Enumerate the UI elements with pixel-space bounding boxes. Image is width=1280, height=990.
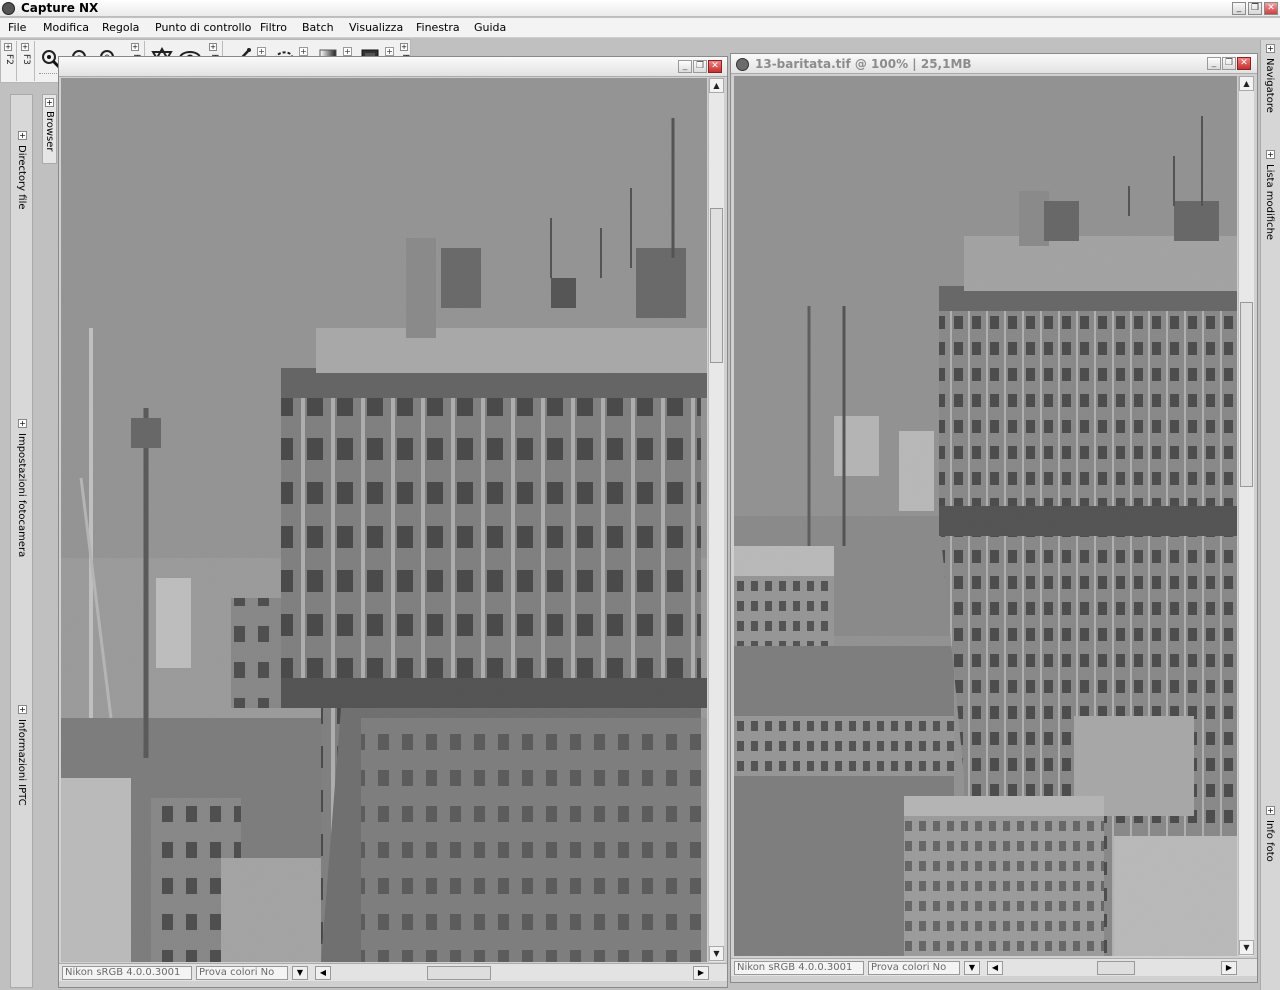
panel-tab-navigatore[interactable]: Navigatore [1264,58,1275,113]
menu-visualizza[interactable]: Visualizza [349,18,403,38]
menu-filtro[interactable]: Filtro [260,18,287,38]
gradient-plus-icon[interactable]: + [343,47,352,56]
browser-tab-label: Browser [44,111,55,152]
app-logo-icon [2,2,15,15]
photo-canvas[interactable] [734,76,1237,956]
menu-file[interactable]: File [8,18,26,38]
scroll-up-arrow[interactable]: ▲ [1239,76,1254,91]
color-profile-field: Nikon sRGB 4.0.0.3001 [62,966,192,980]
doc-close-button[interactable]: ✕ [708,60,722,73]
browser-panel-tab[interactable]: + Browser [42,94,57,164]
doc-maximize-button[interactable]: ❐ [1222,57,1236,70]
torre-velasca-photo [734,76,1237,956]
scroll-right-arrow[interactable]: ▶ [1221,961,1237,975]
document-window-left: _ ❐ ✕ ▲ ▼ Nikon sRGB 4.0.0.3001 Prova co… [58,56,728,988]
horizontal-scroll-thumb[interactable] [427,966,491,980]
soft-proof-dropdown-icon[interactable]: ▼ [964,961,980,975]
scroll-down-arrow[interactable]: ▼ [1239,940,1254,955]
torre-velasca-photo [61,78,707,962]
app-title-bar: Capture NX _ ❐ ✕ [0,0,1280,17]
app-minimize-button[interactable]: _ [1232,2,1246,15]
vertical-scrollbar[interactable]: ▲ ▼ [1238,76,1254,956]
soft-proof-field: Prova colori No [868,961,960,975]
menu-bar: File Modifica Regola Punto di controllo … [0,18,1280,38]
panel-tab-impostazioni-fotocamera[interactable]: Impostazioni fotocamera [16,433,27,557]
group-expand-icon[interactable]: + [209,43,217,51]
menu-punto-di-controllo[interactable]: Punto di controllo [155,18,251,38]
group-expand-icon[interactable]: + [400,43,408,51]
group-expand-icon[interactable]: + [21,43,29,51]
panel-expand-icon[interactable]: + [1266,806,1275,815]
app-restore-button[interactable]: ❐ [1248,2,1262,15]
scroll-left-arrow[interactable]: ◀ [315,966,331,980]
menu-finestra[interactable]: Finestra [416,18,460,38]
document-status-bar: Nikon sRGB 4.0.0.3001 Prova colori No ▼ … [731,958,1257,976]
soft-proof-dropdown-icon[interactable]: ▼ [292,966,308,980]
document-title-bar[interactable]: 13-baritata.tif @ 100% | 25,1MB _ ❐ ✕ [731,54,1257,74]
right-panel-dock: + Navigatore + Lista modifiche + Info fo… [1260,40,1280,990]
panel-tab-info-foto[interactable]: Info foto [1264,820,1275,862]
scroll-thumb[interactable] [1240,302,1253,487]
document-title: 13-baritata.tif @ 100% | 25,1MB [755,57,972,71]
panel-expand-icon[interactable]: + [18,131,27,140]
lasso-plus-icon[interactable]: + [299,47,308,56]
brush-plus-icon[interactable]: + [257,47,266,56]
app-close-button[interactable]: ✕ [1264,2,1278,15]
scroll-right-arrow[interactable]: ▶ [693,966,709,980]
scroll-thumb[interactable] [710,208,723,363]
left-panel-dock: + Directory file + Impostazioni fotocame… [10,94,33,988]
document-window-right: 13-baritata.tif @ 100% | 25,1MB _ ❐ ✕ ▲ … [730,53,1258,983]
vertical-scrollbar[interactable]: ▲ ▼ [708,78,724,962]
scroll-up-arrow[interactable]: ▲ [709,78,724,93]
doc-minimize-button[interactable]: _ [1207,57,1221,70]
scroll-down-arrow[interactable]: ▼ [709,946,724,961]
panel-expand-icon[interactable]: + [1266,44,1275,53]
tool-group-f3: + F3 [17,41,35,81]
panel-expand-icon[interactable]: + [18,705,27,714]
app-title: Capture NX [21,1,99,15]
panel-tab-directory-file[interactable]: Directory file [16,145,27,210]
group-label: F2 [4,54,14,65]
group-expand-icon[interactable]: + [4,43,12,51]
group-expand-icon[interactable]: + [131,43,139,51]
menu-modifica[interactable]: Modifica [43,18,89,38]
tool-group-f2: + F2 [1,41,17,81]
panel-expand-icon[interactable]: + [18,419,27,428]
scroll-left-arrow[interactable]: ◀ [987,961,1003,975]
panel-tab-lista-modifiche[interactable]: Lista modifiche [1264,164,1275,240]
menu-guida[interactable]: Guida [474,18,506,38]
document-icon [736,58,749,71]
panel-expand-icon[interactable]: + [45,98,54,107]
capture-nx-app: Capture NX _ ❐ ✕ File Modifica Regola Pu… [0,0,1280,990]
doc-maximize-button[interactable]: ❐ [693,60,707,73]
photo-canvas[interactable] [61,78,707,962]
doc-minimize-button[interactable]: _ [678,60,692,73]
menu-regola[interactable]: Regola [102,18,139,38]
menu-batch[interactable]: Batch [302,18,334,38]
color-profile-field: Nikon sRGB 4.0.0.3001 [734,961,864,975]
document-title-bar[interactable]: _ ❐ ✕ [59,57,727,77]
panel-tab-informazioni-iptc[interactable]: Informazioni IPTC [16,719,27,806]
panel-expand-icon[interactable]: + [1266,150,1275,159]
group-label: F3 [21,54,31,65]
fill-plus-icon[interactable]: + [385,47,394,56]
soft-proof-field: Prova colori No [196,966,288,980]
document-status-bar: Nikon sRGB 4.0.0.3001 Prova colori No ▼ … [59,963,727,981]
horizontal-scroll-thumb[interactable] [1097,961,1135,975]
doc-close-button[interactable]: ✕ [1237,57,1251,70]
